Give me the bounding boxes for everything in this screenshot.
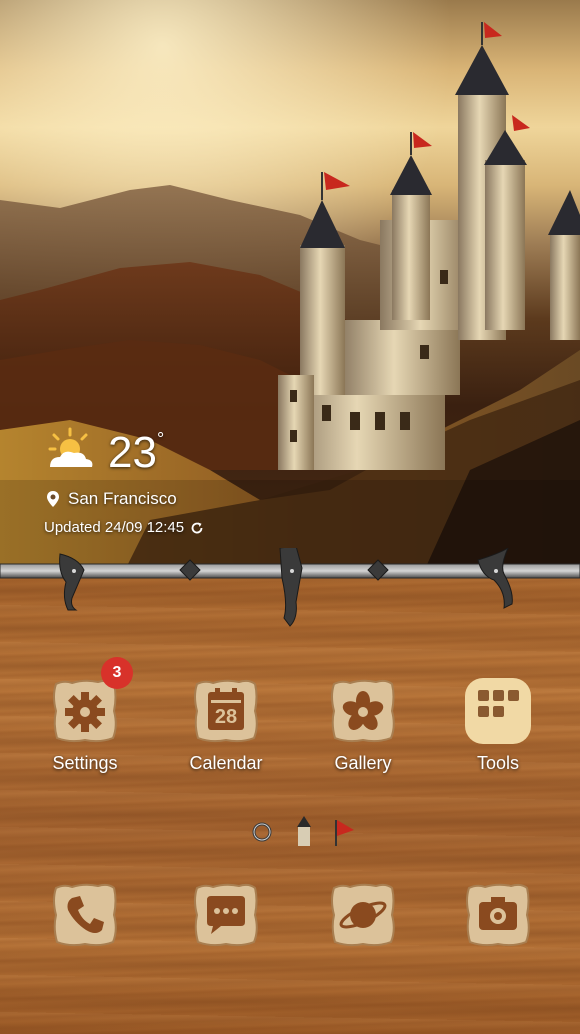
dock-messages[interactable] [191, 880, 261, 950]
folder-grid-icon [465, 678, 531, 744]
flower-icon [331, 679, 395, 743]
dock-phone[interactable] [50, 880, 120, 950]
weather-widget[interactable]: 23 ° San Francisco Updated 24/09 12:45 [44, 425, 204, 536]
location-label: San Francisco [68, 489, 177, 508]
tools-label[interactable]: Tools [428, 753, 568, 774]
tools-folder[interactable] [463, 676, 533, 746]
home-screen: 23 ° San Francisco Updated 24/09 12:45 3… [0, 0, 580, 1034]
degree-symbol: ° [156, 429, 165, 449]
message-icon [194, 883, 258, 947]
wood-panel-wallpaper [0, 578, 580, 1034]
settings-label[interactable]: Settings [15, 753, 155, 774]
temperature-value: 23 [108, 428, 157, 477]
location-pin-icon [47, 491, 59, 507]
updated-time: Updated 24/09 12:45 [44, 519, 185, 536]
gallery-app-icon[interactable] [328, 676, 398, 746]
tower-icon [297, 816, 311, 846]
gallery-label[interactable]: Gallery [293, 753, 433, 774]
flag-icon [335, 820, 354, 846]
calendar-label[interactable]: Calendar [156, 753, 296, 774]
camera-icon [466, 883, 530, 947]
ring-icon [252, 822, 272, 842]
calendar-date: 28 [214, 706, 238, 728]
calendar-app-icon[interactable]: 28 [191, 676, 261, 746]
partly-sunny-icon [48, 427, 93, 467]
internet-planet-icon [331, 883, 395, 947]
phone-icon [53, 883, 117, 947]
dock-internet[interactable] [328, 880, 398, 950]
refresh-icon[interactable] [190, 521, 204, 535]
iron-hinge-bar [0, 548, 580, 627]
settings-notification-badge: 3 [101, 657, 133, 689]
page-indicator[interactable] [248, 812, 358, 852]
dock-camera[interactable] [463, 880, 533, 950]
